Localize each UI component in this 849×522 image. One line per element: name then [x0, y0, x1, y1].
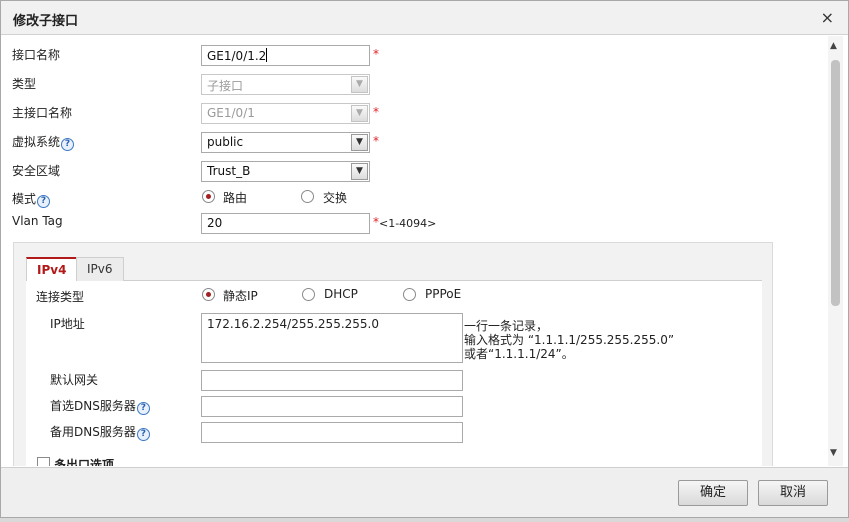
type-value: 子接口 — [207, 79, 244, 93]
required-mark: * — [373, 134, 379, 148]
connection-static-label: 静态IP — [223, 289, 258, 303]
connection-dhcp-radio[interactable] — [302, 288, 315, 301]
required-mark: * — [373, 47, 379, 61]
type-select: 子接口 ▼ — [201, 74, 370, 95]
primary-dns-label-text: 首选DNS服务器 — [50, 399, 136, 413]
tab-bar: IPv4 IPv6 — [26, 257, 762, 282]
default-gateway-input[interactable] — [201, 370, 463, 391]
connection-pppoe-label: PPPoE — [425, 287, 462, 301]
chevron-down-icon: ▼ — [351, 76, 368, 93]
interface-name-input[interactable]: GE1/0/1.2 — [201, 45, 370, 66]
ipv4-tab-pane: 连接类型 静态IP DHCP PPPoE IP地址 172.16.2.254/2… — [26, 281, 762, 466]
default-gateway-label: 默认网关 — [50, 373, 99, 387]
help-icon[interactable]: ? — [61, 138, 75, 151]
tab-ipv6[interactable]: IPv6 — [76, 257, 124, 281]
type-label: 类型 — [12, 77, 37, 91]
content-scrollbar[interactable]: ▲ ▼ — [828, 36, 843, 466]
chevron-down-icon: ▼ — [351, 105, 368, 122]
mode-route-radio[interactable] — [202, 190, 215, 203]
mode-route-label: 路由 — [223, 191, 248, 205]
help-icon[interactable]: ? — [37, 195, 51, 208]
security-zone-value: Trust_B — [207, 164, 251, 178]
scroll-down-icon[interactable]: ▼ — [830, 448, 837, 458]
security-zone-select[interactable]: Trust_B ▼ — [201, 161, 370, 182]
interface-name-label: 接口名称 — [12, 48, 61, 62]
primary-dns-input[interactable] — [201, 396, 463, 417]
mode-switch-radio[interactable] — [301, 190, 314, 203]
hint-line: 或者“1.1.1.1/24”。 — [464, 347, 574, 361]
edit-subinterface-dialog: 修改子接口 × 接口名称 GE1/0/1.2 * 类型 子接口 ▼ 主接口名称 … — [0, 0, 849, 518]
dialog-footer: 确定 取消 — [1, 467, 848, 517]
hint-line: 一行一条记录， — [464, 319, 549, 333]
main-interface-select: GE1/0/1 ▼ — [201, 103, 370, 124]
multi-egress-checkbox[interactable] — [37, 457, 50, 466]
ip-address-textarea[interactable]: 172.16.2.254/255.255.255.0 — [201, 313, 463, 363]
chevron-down-icon[interactable]: ▼ — [351, 134, 368, 151]
vlan-tag-label: Vlan Tag — [12, 214, 63, 228]
ip-address-label: IP地址 — [50, 317, 85, 331]
dialog-content: 接口名称 GE1/0/1.2 * 类型 子接口 ▼ 主接口名称 GE1/0/1 … — [1, 36, 827, 466]
virtual-system-label: 虚拟系统? — [12, 133, 75, 151]
close-icon[interactable]: × — [821, 8, 834, 27]
main-interface-label: 主接口名称 — [12, 106, 73, 120]
connection-type-label: 连接类型 — [36, 290, 85, 304]
text-cursor — [266, 48, 268, 62]
mode-label: 模式? — [12, 190, 51, 208]
ip-format-hint: 一行一条记录， 输入格式为 “1.1.1.1/255.255.255.0” 或者… — [464, 319, 674, 361]
vlan-tag-value: 20 — [207, 216, 223, 230]
vlan-range-hint: <1-4094> — [379, 217, 437, 230]
primary-dns-label: 首选DNS服务器? — [50, 397, 150, 415]
ip-address-value: 172.16.2.254/255.255.255.0 — [207, 317, 379, 331]
dialog-titlebar: 修改子接口 × — [1, 1, 848, 35]
hint-line: 输入格式为 “1.1.1.1/255.255.255.0” — [464, 333, 675, 347]
dialog-title: 修改子接口 — [13, 14, 79, 29]
virtual-system-label-text: 虚拟系统 — [12, 135, 61, 149]
main-interface-value: GE1/0/1 — [207, 106, 255, 120]
security-zone-label: 安全区域 — [12, 164, 61, 178]
mode-label-text: 模式 — [12, 192, 37, 206]
backup-dns-input[interactable] — [201, 422, 463, 443]
scroll-up-icon[interactable]: ▲ — [830, 41, 837, 51]
connection-static-radio[interactable] — [202, 288, 215, 301]
backup-dns-label: 备用DNS服务器? — [50, 423, 150, 441]
virtual-system-value: public — [207, 135, 244, 149]
mode-switch-label: 交换 — [323, 191, 348, 205]
interface-name-value: GE1/0/1.2 — [207, 49, 267, 63]
connection-pppoe-radio[interactable] — [403, 288, 416, 301]
connection-dhcp-label: DHCP — [324, 287, 358, 301]
virtual-system-select[interactable]: public ▼ — [201, 132, 370, 153]
scrollbar-thumb[interactable] — [831, 60, 840, 306]
vlan-tag-input[interactable]: 20 — [201, 213, 370, 234]
help-icon[interactable]: ? — [136, 428, 150, 441]
ip-settings-panel: IPv4 IPv6 连接类型 静态IP DHCP PPPoE IP地址 172.… — [13, 242, 773, 466]
tab-ipv4[interactable]: IPv4 — [26, 257, 78, 282]
help-icon[interactable]: ? — [136, 402, 150, 415]
cancel-button[interactable]: 取消 — [758, 480, 828, 506]
required-mark: * — [373, 105, 379, 119]
backup-dns-label-text: 备用DNS服务器 — [50, 425, 136, 439]
ok-button[interactable]: 确定 — [678, 480, 748, 506]
chevron-down-icon[interactable]: ▼ — [351, 163, 368, 180]
multi-egress-label: 多出口选项 — [54, 458, 115, 466]
